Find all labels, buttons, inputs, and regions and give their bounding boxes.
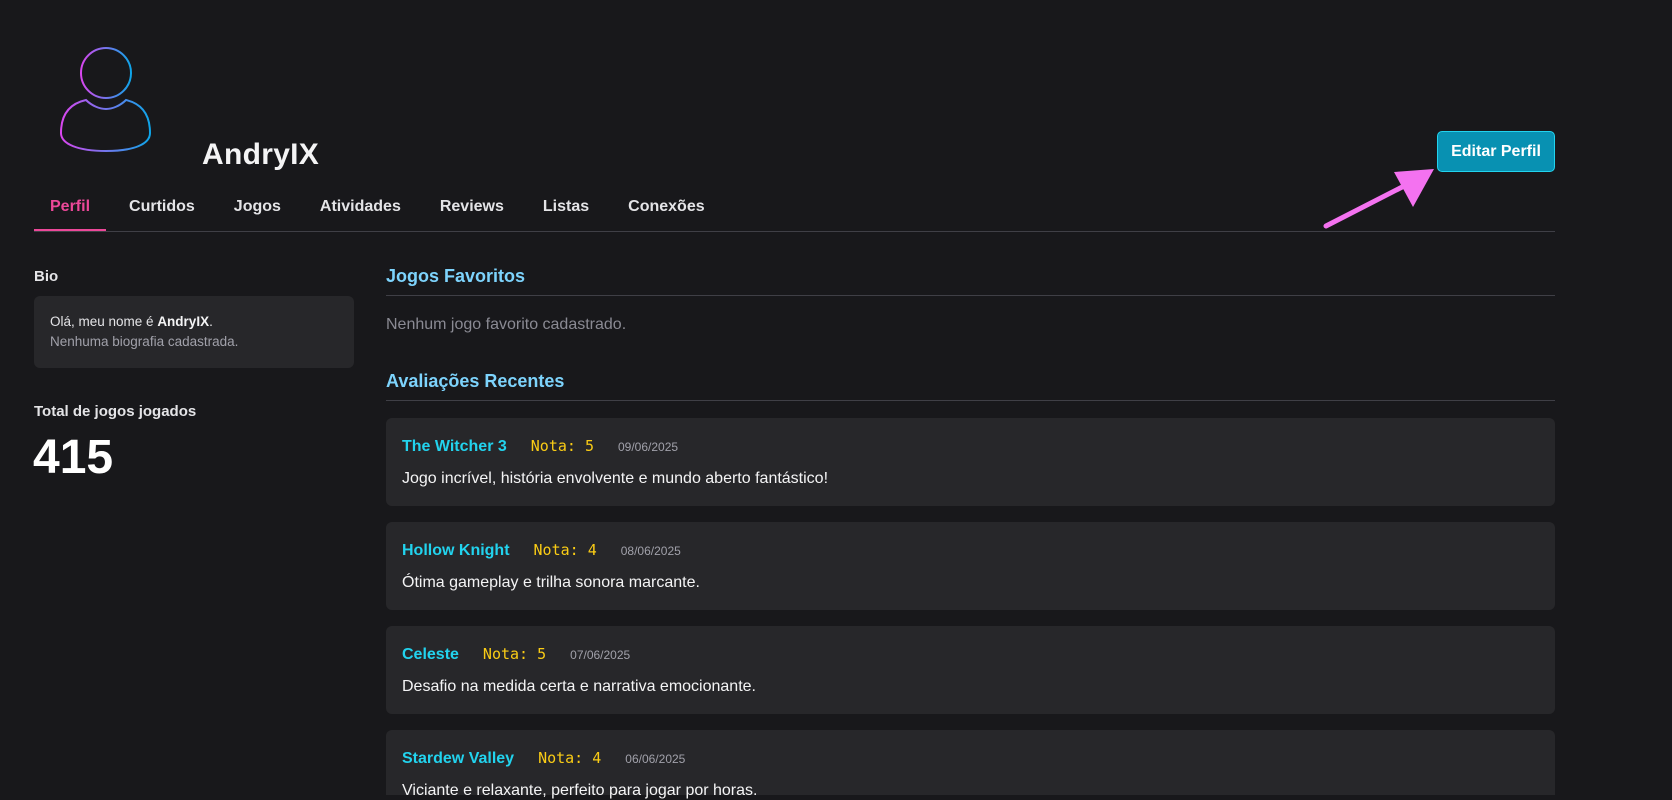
total-games-label: Total de jogos jogados — [34, 403, 197, 420]
review-text: Ótima gameplay e trilha sonora marcante. — [402, 574, 700, 591]
review-text: Jogo incrível, história envolvente e mun… — [402, 470, 829, 487]
review-date: 07/06/2025 — [570, 648, 631, 662]
profile-tabs: Perfil Curtidos Jogos Atividades Reviews… — [34, 186, 1555, 232]
review-text: Viciante e relaxante, perfeito para joga… — [402, 782, 758, 799]
review-rating: Nota: 4 — [538, 749, 602, 767]
review-date: 09/06/2025 — [617, 440, 679, 454]
reviews-heading: Avaliações Recentes — [386, 369, 1555, 401]
avatar — [50, 44, 162, 158]
review-card[interactable]: Hollow Knight Nota: 4 08/06/2025 Ótima g… — [386, 522, 1555, 610]
review-card[interactable]: Celeste Nota: 5 07/06/2025 Desafio na me… — [386, 626, 1555, 714]
review-card[interactable]: Stardew Valley Nota: 4 06/06/2025 Vician… — [386, 730, 1555, 799]
edit-profile-button[interactable]: Editar Perfil — [1437, 131, 1555, 172]
bio-card: Olá, meu nome é AndryIX. Nenhuma biograf… — [34, 296, 354, 368]
review-game-title[interactable]: The Witcher 3 — [402, 438, 507, 456]
tab-reviews[interactable]: Reviews — [424, 186, 520, 231]
tab-listas[interactable]: Listas — [527, 186, 605, 231]
review-text: Desafio na medida certa e narrativa emoc… — [402, 678, 756, 695]
tab-jogos[interactable]: Jogos — [218, 186, 297, 231]
favorites-heading: Jogos Favoritos — [386, 264, 1555, 296]
review-card[interactable]: The Witcher 3 Nota: 5 09/06/2025 Jogo in… — [386, 418, 1555, 506]
bio-empty-text: Nenhuma biografia cadastrada. — [50, 334, 239, 349]
review-game-title[interactable]: Hollow Knight — [402, 542, 510, 560]
review-date: 06/06/2025 — [625, 752, 686, 766]
bio-heading: Bio — [34, 268, 59, 285]
total-games-value: 415 — [33, 431, 114, 484]
bio-greeting: Olá, meu nome é AndryIX. — [50, 314, 213, 329]
tab-conexoes[interactable]: Conexões — [612, 186, 720, 231]
tab-atividades[interactable]: Atividades — [304, 186, 417, 231]
user-icon — [59, 47, 152, 153]
bio-greeting-name: AndryIX — [157, 314, 210, 329]
review-rating: Nota: 4 — [533, 541, 597, 559]
review-game-title[interactable]: Stardew Valley — [402, 750, 514, 768]
tab-curtidos[interactable]: Curtidos — [113, 186, 211, 231]
review-rating: Nota: 5 — [530, 437, 594, 455]
favorites-empty-text: Nenhum jogo favorito cadastrado. — [386, 316, 627, 333]
review-rating: Nota: 5 — [482, 645, 547, 663]
review-game-title[interactable]: Celeste — [402, 646, 459, 664]
review-date: 08/06/2025 — [620, 544, 681, 558]
tab-perfil[interactable]: Perfil — [34, 186, 107, 231]
profile-username: AndryIX — [202, 138, 320, 171]
